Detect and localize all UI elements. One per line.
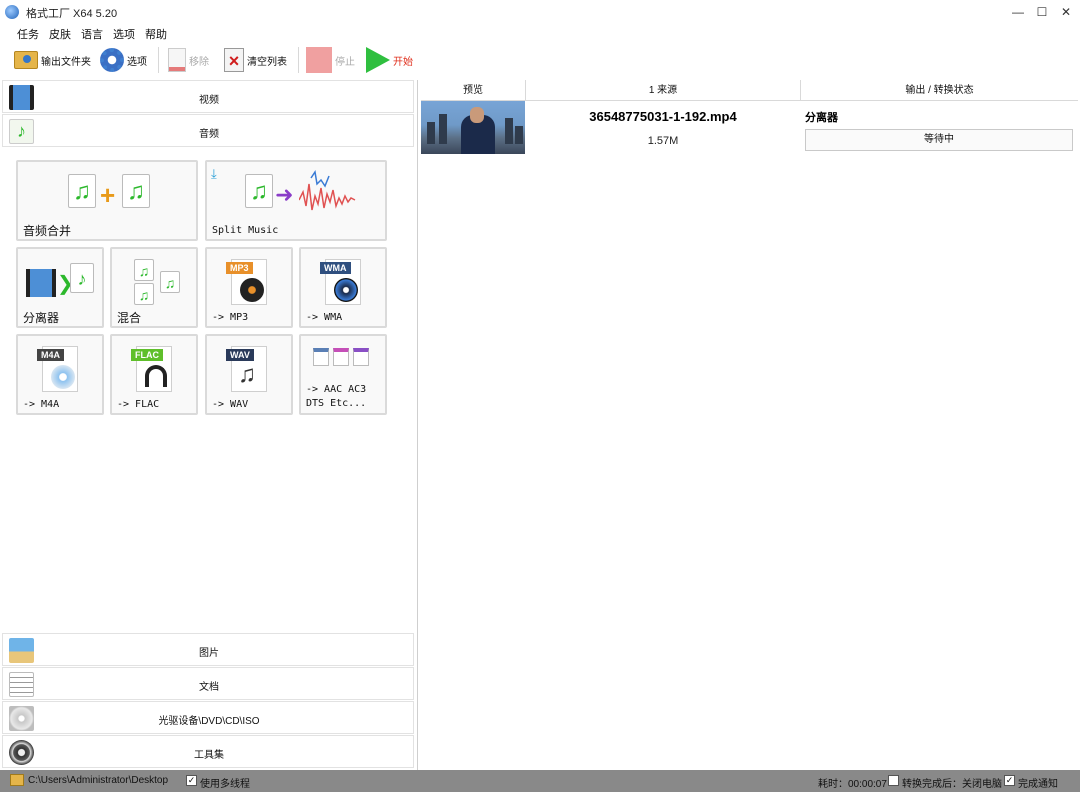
toolbar-divider [298, 47, 299, 73]
to-wma-tile[interactable]: WMA -> WMA [299, 247, 387, 328]
output-folder-label: 输出文件夹 [41, 56, 91, 68]
notify-checkbox[interactable]: ✓ [1004, 775, 1015, 786]
mix-label: 混合 [117, 311, 142, 325]
flac-file-icon: FLAC [112, 344, 196, 396]
mix-tile[interactable]: ♫ ♫ ♫ 混合 [110, 247, 198, 328]
output-folder-button[interactable]: 输出文件夹 [14, 44, 91, 76]
status-indicator[interactable]: 等待中 [805, 129, 1073, 151]
category-tools[interactable]: 工具集 [2, 735, 414, 768]
play-icon [366, 47, 390, 73]
status-bar: C:\Users\Administrator\Desktop ✓ 使用多线程 耗… [0, 770, 1080, 792]
notify-label: 完成通知 [1018, 779, 1058, 790]
to-other-label: -> AAC AC3 DTS Etc... [306, 383, 366, 411]
menu-skin[interactable]: 皮肤 [49, 26, 71, 42]
stop-button[interactable]: 停止 [306, 44, 355, 76]
to-mp3-label: -> MP3 [212, 312, 249, 323]
start-button[interactable]: 开始 [366, 44, 413, 76]
to-wav-tile[interactable]: WAV ♫ -> WAV [205, 334, 293, 415]
remove-button[interactable]: 移除 [168, 44, 209, 76]
toolbar-divider [158, 47, 159, 73]
to-wma-label: -> WMA [306, 312, 343, 323]
after-convert-checkbox[interactable] [888, 775, 899, 786]
to-m4a-tile[interactable]: M4A -> M4A [16, 334, 104, 415]
title-bar: 格式工厂 X64 5.20 — ☐ ✕ [0, 0, 1080, 24]
category-video[interactable]: 视频 [2, 80, 414, 113]
video-thumbnail [421, 101, 525, 154]
menu-task[interactable]: 任务 [17, 26, 39, 42]
column-header-output-status[interactable]: 输出 / 转换状态 [801, 80, 1078, 101]
to-other-label-line1: -> AAC AC3 [306, 384, 367, 395]
start-label: 开始 [393, 56, 413, 68]
category-audio-label: 音频 [199, 129, 219, 140]
function-panel: 视频 ♪ 音频 ♫ + ♫ 音频合并 ⤓ ♫ ➜ Split Music ❯ ♪… [0, 80, 418, 770]
category-video-label: 视频 [199, 95, 219, 106]
multithread-label: 使用多线程 [200, 779, 250, 790]
audio-merge-tile[interactable]: ♫ + ♫ 音频合并 [16, 160, 198, 241]
column-header-preview[interactable]: 预览 [421, 80, 526, 101]
category-document[interactable]: 文档 [2, 667, 414, 700]
window-title: 格式工厂 X64 5.20 [26, 8, 118, 20]
demuxer-tile[interactable]: ❯ ♪ 分离器 [16, 247, 104, 328]
to-other-tile[interactable]: -> AAC AC3 DTS Etc... [299, 334, 387, 415]
clear-list-button[interactable]: × 清空列表 [224, 44, 287, 76]
close-button[interactable]: ✕ [1052, 2, 1080, 22]
split-music-label: Split Music [212, 225, 279, 236]
output-path[interactable]: C:\Users\Administrator\Desktop [28, 775, 168, 786]
audio-merge-label: 音频合并 [23, 224, 72, 238]
category-picture[interactable]: 图片 [2, 633, 414, 666]
options-label: 选项 [127, 56, 147, 68]
elapsed-time: 耗时：00:00:07 [818, 779, 887, 790]
category-disc[interactable]: 光驱设备\DVD\CD\ISO [2, 701, 414, 734]
remove-label: 移除 [189, 56, 209, 68]
source-file-size: 1.57M [647, 135, 679, 147]
stop-label: 停止 [335, 56, 355, 68]
to-mp3-tile[interactable]: MP3 -> MP3 [205, 247, 293, 328]
to-other-label-line2: DTS Etc... [306, 398, 367, 409]
split-music-tile[interactable]: ⤓ ♫ ➜ Split Music [205, 160, 387, 241]
options-button[interactable]: 选项 [100, 44, 147, 76]
audio-merge-icon: ♫ + ♫ [18, 170, 196, 222]
remove-icon [168, 48, 186, 72]
clear-list-icon: × [224, 48, 244, 72]
after-convert-label: 转换完成后：关闭电脑 [902, 779, 1002, 790]
task-list: 预览 1 来源 输出 / 转换状态 36548775031-1-192.mp4 … [421, 80, 1078, 770]
m4a-file-icon: M4A [18, 344, 102, 396]
category-disc-label: 光驱设备\DVD\CD\ISO [158, 716, 260, 727]
toolbar: 输出文件夹 选项 移除 × 清空列表 停止 开始 [0, 44, 1080, 76]
audio-function-grid: ♫ + ♫ 音频合并 ⤓ ♫ ➜ Split Music ❯ ♪ 分离器 ♫ ♫… [2, 150, 414, 632]
folder-icon [14, 51, 38, 69]
source-file-name: 36548775031-1-192.mp4 [589, 109, 737, 124]
app-logo-icon [5, 5, 19, 19]
menu-bar: 任务 皮肤 语言 选项 帮助 [0, 24, 1080, 42]
menu-help[interactable]: 帮助 [145, 26, 167, 42]
output-type: 分离器 [805, 112, 838, 124]
demuxer-label: 分离器 [23, 311, 60, 325]
to-flac-label: -> FLAC [117, 399, 160, 410]
split-music-icon: ♫ ➜ [207, 170, 385, 222]
to-wav-label: -> WAV [212, 399, 249, 410]
menu-language[interactable]: 语言 [81, 26, 103, 42]
demuxer-icon: ❯ ♪ [18, 257, 102, 309]
mp3-file-icon: MP3 [207, 257, 291, 309]
category-tools-label: 工具集 [194, 750, 224, 761]
category-audio[interactable]: ♪ 音频 [2, 114, 414, 147]
wav-file-icon: WAV ♫ [207, 344, 291, 396]
gear-icon [100, 48, 124, 72]
folder-icon [10, 774, 24, 786]
to-flac-tile[interactable]: FLAC -> FLAC [110, 334, 198, 415]
category-document-label: 文档 [199, 682, 219, 693]
mix-icon: ♫ ♫ ♫ [112, 257, 196, 309]
to-m4a-label: -> M4A [23, 399, 60, 410]
category-picture-label: 图片 [199, 648, 219, 659]
stop-icon [306, 47, 332, 73]
clear-list-label: 清空列表 [247, 56, 287, 68]
column-header-source[interactable]: 1 来源 [526, 80, 801, 101]
multithread-checkbox[interactable]: ✓ [186, 775, 197, 786]
menu-options[interactable]: 选项 [113, 26, 135, 42]
wma-file-icon: WMA [301, 257, 385, 309]
